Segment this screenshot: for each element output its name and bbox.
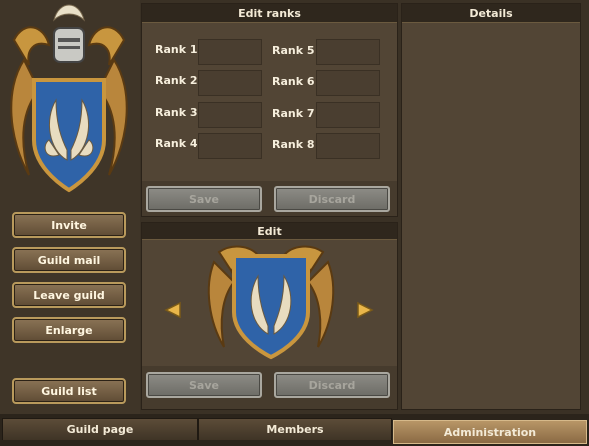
guild-mail-button[interactable]: Guild mail	[12, 247, 126, 273]
edit-save-button[interactable]: Save	[146, 372, 262, 398]
rank-8-input[interactable]	[316, 133, 380, 159]
tab-guild-page[interactable]: Guild page	[2, 418, 198, 440]
rank-3-input[interactable]	[198, 102, 262, 128]
rank-6-input[interactable]	[316, 70, 380, 96]
arrow-left-icon[interactable]	[164, 301, 182, 319]
rank-1-input[interactable]	[198, 39, 262, 65]
invite-button[interactable]: Invite	[12, 212, 126, 238]
rank-4-label: Rank 4	[155, 137, 198, 150]
rank-7-input[interactable]	[316, 102, 380, 128]
rank-2-input[interactable]	[198, 70, 262, 96]
edit-title: Edit	[142, 223, 397, 240]
edit-ranks-title: Edit ranks	[142, 4, 397, 23]
rank-8-label: Rank 8	[272, 138, 315, 151]
guild-crest	[10, 4, 128, 193]
rank-4-input[interactable]	[198, 133, 262, 159]
arrow-right-icon[interactable]	[356, 301, 374, 319]
tab-administration[interactable]: Administration	[393, 420, 587, 444]
tab-members[interactable]: Members	[198, 418, 392, 440]
enlarge-button[interactable]: Enlarge	[12, 317, 126, 343]
rank-2-label: Rank 2	[155, 74, 198, 87]
details-title: Details	[402, 4, 580, 23]
rank-3-label: Rank 3	[155, 106, 198, 119]
details-panel: Details	[401, 3, 581, 410]
edit-discard-button[interactable]: Discard	[274, 372, 390, 398]
rank-5-input[interactable]	[316, 39, 380, 65]
guild-list-button[interactable]: Guild list	[12, 378, 126, 404]
rank-5-label: Rank 5	[272, 44, 315, 57]
leave-guild-button[interactable]: Leave guild	[12, 282, 126, 308]
rank-6-label: Rank 6	[272, 75, 315, 88]
crest-preview	[207, 245, 335, 360]
rank-7-label: Rank 7	[272, 107, 315, 120]
rank-1-label: Rank 1	[155, 43, 198, 56]
edit-ranks-discard-button[interactable]: Discard	[274, 186, 390, 212]
edit-ranks-save-button[interactable]: Save	[146, 186, 262, 212]
